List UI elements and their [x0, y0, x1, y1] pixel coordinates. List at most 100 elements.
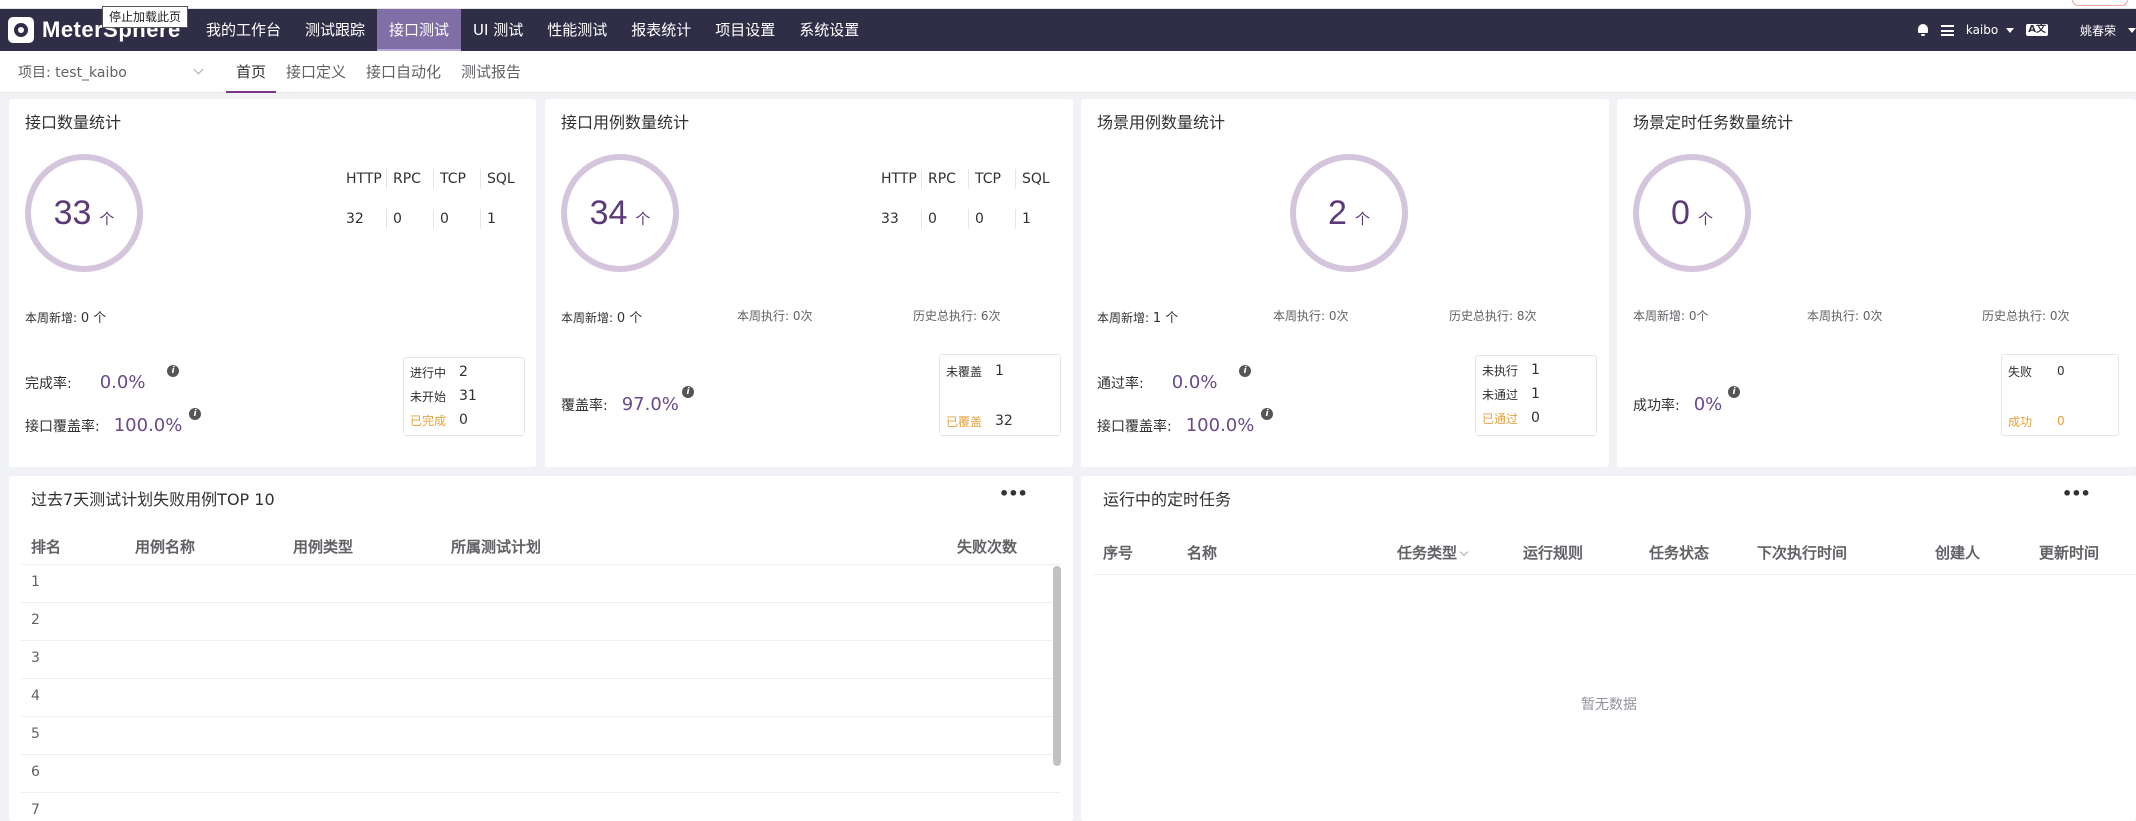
column-header: 名称 [1187, 544, 1218, 562]
info-icon[interactable]: i [1261, 408, 1273, 420]
column-header: 排名 [31, 538, 62, 556]
more-icon[interactable]: ••• [999, 484, 1028, 503]
status-label: 未执行 [1482, 363, 1519, 378]
nav-test-track[interactable]: 测试跟踪 [293, 9, 377, 51]
case-count-circle: 34 个 [561, 154, 679, 272]
status-label: 已完成 [410, 413, 447, 428]
user-menu[interactable]: kaibo [1966, 23, 2015, 37]
status-label: 未通过 [1482, 387, 1519, 402]
history-exec-stat: 历史总执行: 8次 [1449, 309, 1537, 323]
chevron-down-icon [193, 64, 204, 75]
protocol-value: 1 [487, 211, 496, 227]
protocol-header: RPC [928, 161, 975, 197]
browser-strip [0, 0, 2136, 9]
week-new-label: 本周新增: [561, 311, 617, 325]
api-coverage-rate: 接口覆盖率: 100.0% [25, 415, 182, 436]
status-label: 失败 [2008, 364, 2033, 379]
protocol-header: HTTP [346, 161, 393, 197]
rate-label: 接口覆盖率: [1097, 419, 1172, 435]
schedule-count-circle: 0 个 [1633, 154, 1751, 272]
nav-system-settings[interactable]: 系统设置 [787, 9, 871, 51]
info-icon[interactable]: i [1239, 365, 1251, 377]
tab-api-automation[interactable]: 接口自动化 [356, 51, 451, 93]
info-icon[interactable]: i [189, 408, 201, 420]
empty-state: 暂无数据 [1581, 697, 1637, 713]
table-row: 6 [31, 764, 40, 780]
week-new-value: 0 个 [80, 311, 107, 326]
status-label: 已覆盖 [946, 414, 983, 429]
sub-navbar: 项目: test_kaibo 首页 接口定义 接口自动化 测试报告 [0, 51, 2136, 93]
rate-label: 覆盖率: [561, 398, 608, 414]
chevron-down-icon [2006, 27, 2015, 33]
protocol-value: 0 [928, 201, 975, 237]
nav-report[interactable]: 报表统计 [619, 9, 703, 51]
metersphere-logo-icon [8, 17, 34, 43]
chevron-down-icon[interactable] [2128, 27, 2136, 33]
tab-home[interactable]: 首页 [226, 51, 277, 93]
column-header: 失败次数 [957, 538, 1018, 556]
status-label: 进行中 [410, 365, 447, 380]
task-list-icon[interactable] [1940, 24, 1954, 36]
status-value: 0 [1531, 410, 1540, 426]
nav-performance[interactable]: 性能测试 [535, 9, 619, 51]
count-unit: 个 [1697, 209, 1713, 228]
protocol-value: 0 [440, 201, 487, 237]
protocol-header: HTTP [881, 161, 928, 197]
protocol-value: 0 [975, 201, 1022, 237]
column-header-sortable[interactable]: 任务类型 [1397, 542, 1469, 563]
column-header: 下次执行时间 [1757, 544, 1848, 562]
info-icon[interactable]: i [1728, 386, 1740, 398]
success-rate: 成功率: 0% [1633, 394, 1722, 415]
row-divider [21, 602, 1061, 603]
rate-value: 0.0% [1171, 372, 1218, 393]
column-header: 所属测试计划 [451, 538, 542, 556]
status-value: 2 [459, 364, 468, 380]
nav-api-test[interactable]: 接口测试 [377, 9, 462, 51]
browser-pill [2072, 0, 2128, 6]
rate-label: 通过率: [1097, 376, 1144, 392]
api-coverage-rate: 接口覆盖率: 100.0% [1097, 415, 1254, 436]
project-name: 项目: test_kaibo [18, 64, 127, 81]
week-exec-stat: 本周执行: 0次 [737, 309, 813, 323]
week-new-value: 1 个 [1152, 311, 1179, 326]
card-title: 场景定时任务数量统计 [1633, 113, 1794, 132]
nav-ui-test[interactable]: UI 测试 [461, 9, 535, 51]
project-select[interactable]: 项目: test_kaibo [0, 62, 212, 82]
week-new-label: 本周新增: [25, 311, 81, 325]
row-divider [21, 640, 1061, 641]
nav-project-settings[interactable]: 项目设置 [703, 9, 787, 51]
rate-value: 0.0% [99, 372, 146, 393]
nav-workbench[interactable]: 我的工作台 [194, 9, 293, 51]
status-label: 未开始 [410, 389, 447, 404]
rate-label: 成功率: [1633, 398, 1680, 414]
info-icon[interactable]: i [167, 365, 179, 377]
column-header: 运行规则 [1523, 544, 1584, 562]
count-unit: 个 [99, 209, 115, 228]
more-icon[interactable]: ••• [2062, 484, 2091, 503]
protocol-header: RPC [393, 161, 440, 197]
count-unit: 个 [635, 209, 651, 228]
status-value: 32 [995, 413, 1013, 429]
chevron-down-icon [1459, 547, 1469, 557]
info-icon[interactable]: i [682, 386, 694, 398]
tab-api-definition[interactable]: 接口定义 [276, 51, 356, 93]
card-title: 运行中的定时任务 [1103, 490, 1232, 509]
schedule-count-card: 场景定时任务数量统计 0 个 本周新增: 0个 本周执行: 0次 历史总执行: … [1617, 99, 2136, 467]
api-count-circle: 33 个 [25, 154, 143, 272]
row-divider [21, 564, 1061, 565]
status-value: 0 [2057, 364, 2065, 378]
table-row: 4 [31, 688, 40, 704]
language-icon[interactable]: A文 [2026, 24, 2048, 36]
count-unit: 个 [1354, 209, 1370, 228]
column-header: 任务状态 [1649, 544, 1710, 562]
failure-top10-card: 过去7天测试计划失败用例TOP 10 ••• 排名 用例名称 用例类型 所属测试… [9, 476, 1073, 821]
table-row: 1 [31, 574, 40, 590]
protocol-value: 0 [393, 201, 440, 237]
vertical-scrollbar[interactable] [1053, 566, 1061, 766]
tab-test-report[interactable]: 测试报告 [451, 51, 531, 93]
status-label: 未覆盖 [946, 364, 983, 379]
history-exec-stat: 历史总执行: 6次 [913, 309, 1001, 323]
bell-icon[interactable] [1917, 24, 1929, 36]
status-value: 1 [995, 363, 1004, 379]
workspace-user[interactable]: 姚春荣 [2080, 22, 2116, 39]
